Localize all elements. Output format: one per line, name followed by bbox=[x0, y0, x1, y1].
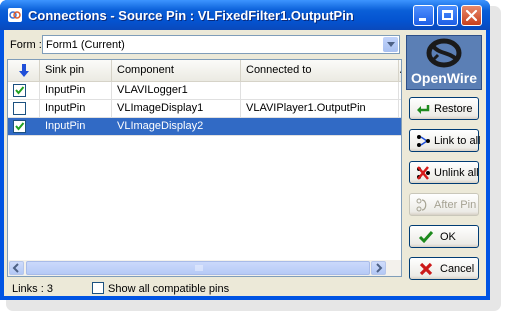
grid-header: Sink pin Component Connected to A bbox=[8, 60, 401, 82]
horizontal-scrollbar[interactable] bbox=[8, 260, 401, 276]
scroll-thumb[interactable] bbox=[26, 261, 370, 275]
chevron-down-icon[interactable] bbox=[383, 37, 398, 52]
link-to-all-label: Link to all bbox=[434, 135, 481, 147]
restore-button[interactable]: Restore bbox=[409, 97, 479, 120]
chevron-left-icon bbox=[12, 263, 19, 273]
sink-pin-cell: InputPin bbox=[40, 100, 112, 117]
link-icon bbox=[417, 135, 430, 147]
minimize-button[interactable] bbox=[413, 5, 434, 26]
link-checkbox[interactable] bbox=[13, 102, 26, 115]
chevron-right-icon bbox=[376, 263, 383, 273]
cancel-label: Cancel bbox=[440, 263, 475, 275]
link-to-all-button[interactable]: Link to all bbox=[409, 129, 481, 152]
arrow-down-icon bbox=[19, 64, 29, 77]
scroll-right-button[interactable] bbox=[371, 261, 386, 275]
form-label: Form : bbox=[10, 39, 42, 51]
checkmark-icon bbox=[15, 86, 25, 95]
logo-text: OpenWire bbox=[411, 70, 477, 86]
table-row-selected[interactable]: InputPin VLImageDisplay2 bbox=[8, 118, 401, 136]
component-cell: VLImageDisplay2 bbox=[112, 118, 241, 135]
after-pin-icon bbox=[416, 198, 427, 212]
cancel-button[interactable]: Cancel bbox=[409, 257, 479, 280]
form-select[interactable]: Form1 (Current) bbox=[42, 35, 400, 54]
restore-label: Restore bbox=[434, 103, 473, 115]
checkmark-icon bbox=[418, 231, 434, 244]
window-title: Connections - Source Pin : VLFixedFilter… bbox=[28, 8, 354, 23]
unlink-icon bbox=[417, 166, 430, 180]
header-connected-to[interactable]: Connected to bbox=[241, 60, 399, 81]
maximize-button[interactable] bbox=[437, 5, 458, 26]
openwire-logo: OpenWire bbox=[406, 35, 482, 90]
dialog-client: Form : Form1 (Current) Sink pin Componen… bbox=[4, 30, 486, 296]
link-checkbox[interactable] bbox=[13, 120, 26, 133]
link-checkbox[interactable] bbox=[13, 84, 26, 97]
sink-pin-cell: InputPin bbox=[40, 82, 112, 99]
form-select-value: Form1 (Current) bbox=[46, 39, 125, 51]
connections-grid[interactable]: Sink pin Component Connected to A InputP… bbox=[7, 59, 402, 277]
after-pin-label: After Pin bbox=[434, 199, 477, 211]
unlink-all-button[interactable]: Unlink all bbox=[409, 161, 479, 184]
header-component[interactable]: Component bbox=[112, 60, 241, 81]
sink-pin-cell: InputPin bbox=[40, 118, 112, 135]
connections-app-icon bbox=[8, 8, 22, 22]
after-pin-button[interactable]: After Pin bbox=[409, 193, 479, 216]
scroll-left-button[interactable] bbox=[9, 261, 24, 275]
connected-to-cell bbox=[241, 118, 399, 135]
close-icon bbox=[465, 9, 478, 22]
unlink-all-label: Unlink all bbox=[434, 167, 479, 179]
header-sink-pin[interactable]: Sink pin bbox=[40, 60, 112, 81]
connected-to-cell: VLAVIPlayer1.OutputPin bbox=[241, 100, 399, 117]
component-cell: VLAVILogger1 bbox=[112, 82, 241, 99]
close-icon bbox=[419, 262, 433, 276]
header-link-column[interactable] bbox=[8, 60, 40, 81]
grip-icon bbox=[195, 265, 203, 271]
ok-button[interactable]: OK bbox=[409, 225, 479, 248]
openwire-logo-icon bbox=[426, 38, 462, 68]
header-after[interactable]: A bbox=[399, 60, 401, 81]
table-row[interactable]: InputPin VLImageDisplay1 VLAVIPlayer1.Ou… bbox=[8, 100, 401, 118]
ok-label: OK bbox=[440, 231, 456, 243]
title-bar[interactable]: Connections - Source Pin : VLFixedFilter… bbox=[0, 0, 490, 30]
links-count: Links : 3 bbox=[12, 283, 53, 295]
show-all-label: Show all compatible pins bbox=[108, 283, 230, 295]
checkbox-box[interactable] bbox=[92, 282, 104, 294]
checkmark-icon bbox=[15, 122, 25, 131]
restore-icon bbox=[417, 105, 430, 114]
close-window-button[interactable] bbox=[461, 5, 482, 26]
table-row[interactable]: InputPin VLAVILogger1 bbox=[8, 82, 401, 100]
component-cell: VLImageDisplay1 bbox=[112, 100, 241, 117]
minimize-icon bbox=[419, 18, 426, 21]
connections-window: Connections - Source Pin : VLFixedFilter… bbox=[0, 0, 490, 300]
connected-to-cell bbox=[241, 82, 399, 99]
maximize-icon bbox=[442, 10, 453, 20]
